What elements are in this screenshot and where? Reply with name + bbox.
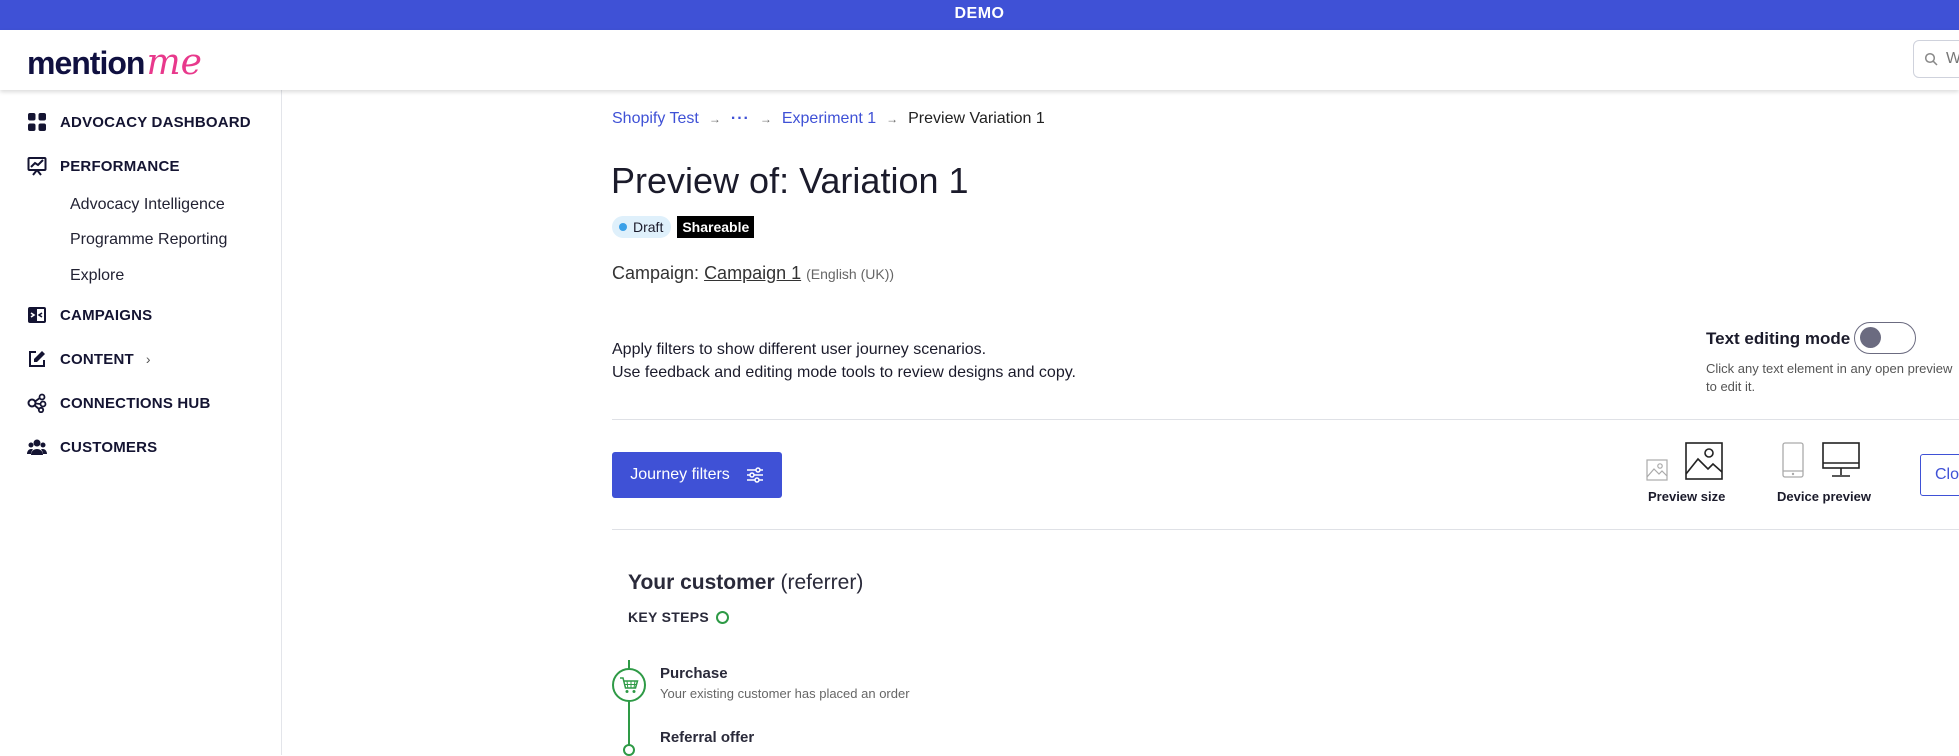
journey-title-role: (referrer) <box>780 571 864 594</box>
journey-title-bold: Your customer <box>628 571 775 594</box>
breadcrumb-link-shopify-test[interactable]: Shopify Test <box>612 110 699 128</box>
breadcrumb-arrow-icon: → <box>759 112 772 126</box>
device-preview-label: Device preview <box>1777 489 1871 504</box>
mobile-device-icon[interactable] <box>1782 442 1804 478</box>
desktop-device-icon[interactable] <box>1822 442 1860 478</box>
breadcrumb-current: Preview Variation 1 <box>908 110 1045 127</box>
performance-chart-icon <box>27 157 47 176</box>
text-editing-label: Text editing mode <box>1706 329 1851 348</box>
sidebar-subitem-explore[interactable]: Explore <box>70 267 124 285</box>
key-steps-heading: KEY STEPS <box>628 609 730 625</box>
connections-icon <box>27 393 47 413</box>
description-line: Apply filters to show different user jou… <box>612 341 987 358</box>
divider <box>612 419 1959 420</box>
shopping-cart-icon <box>620 677 639 693</box>
journey-filters-label: Journey filters <box>630 466 730 483</box>
sidebar-item-content[interactable]: CONTENT › <box>27 349 151 369</box>
edit-icon <box>29 351 45 367</box>
close-button[interactable]: Clos <box>1920 454 1959 496</box>
journey-filters-button[interactable]: Journey filters <box>612 452 782 498</box>
sidebar-subitem-programme-reporting[interactable]: Programme Reporting <box>70 231 227 249</box>
sidebar-item-campaigns[interactable]: CAMPAIGNS <box>27 305 152 325</box>
shareable-badge: Shareable <box>677 216 755 238</box>
divider <box>612 529 1959 530</box>
mention-me-logo[interactable]: mention me <box>27 39 202 83</box>
logo-text-mention: mention <box>27 45 145 81</box>
step-description: Your existing customer has placed an ord… <box>660 686 910 701</box>
sidebar-item-advocacy-dashboard[interactable]: ADVOCACY DASHBOARD <box>27 112 251 132</box>
search-icon <box>1924 52 1938 66</box>
sidebar-item-label: CONTENT <box>60 350 134 368</box>
customers-icon <box>27 439 47 455</box>
page-description: Apply filters to show different user jou… <box>612 338 1076 384</box>
chevron-right-icon: › <box>145 351 151 367</box>
search-input[interactable]: W <box>1913 40 1959 78</box>
top-bar: mention me W <box>0 30 1959 90</box>
sidebar-item-label: CAMPAIGNS <box>60 306 153 324</box>
sidebar-item-connections-hub[interactable]: CONNECTIONS HUB <box>27 393 211 413</box>
key-steps-label: KEY STEPS <box>628 609 710 625</box>
large-image-icon[interactable] <box>1685 442 1723 480</box>
breadcrumb-link-experiment[interactable]: Experiment 1 <box>782 110 876 128</box>
search-placeholder: W <box>1946 50 1959 67</box>
sidebar-item-label: CONNECTIONS HUB <box>60 394 211 412</box>
breadcrumb-more[interactable]: ··· <box>731 110 750 128</box>
status-dot-icon <box>619 223 627 231</box>
step-title: Referral offer <box>660 729 755 746</box>
sidebar-subitem-advocacy-intelligence[interactable]: Advocacy Intelligence <box>70 196 225 214</box>
small-image-icon[interactable] <box>1646 459 1668 481</box>
logo-text-me: me <box>146 42 202 83</box>
sidebar-item-label: PERFORMANCE <box>60 157 180 175</box>
breadcrumb-arrow-icon: → <box>708 112 721 126</box>
page-title: Preview of: Variation 1 <box>611 160 969 201</box>
campaigns-icon <box>28 307 46 323</box>
journey-title: Your customer (referrer) <box>628 571 863 595</box>
campaign-label: Campaign: <box>612 263 700 283</box>
sidebar-item-label: CUSTOMERS <box>60 438 158 456</box>
sidebar-item-label: ADVOCACY DASHBOARD <box>60 113 251 131</box>
draft-badge-label: Draft <box>633 219 664 235</box>
campaign-line: Campaign: Campaign 1 (English (UK)) <box>612 263 894 284</box>
referral-step-dot <box>623 744 635 756</box>
status-badges: Draft Shareable <box>612 216 755 238</box>
purchase-step-icon <box>612 668 646 702</box>
breadcrumb: Shopify Test → ··· → Experiment 1 → Prev… <box>612 110 1045 128</box>
description-line: Use feedback and editing mode tools to r… <box>612 364 1076 381</box>
sidebar: ADVOCACY DASHBOARD PERFORMANCE Advocacy … <box>0 90 282 755</box>
draft-badge: Draft <box>612 216 672 238</box>
text-editing-toggle[interactable] <box>1854 322 1916 354</box>
campaign-link[interactable]: Campaign 1 <box>704 263 801 283</box>
dashboard-grid-icon <box>28 113 46 131</box>
sidebar-item-performance[interactable]: PERFORMANCE <box>27 156 180 176</box>
demo-banner: DEMO <box>0 0 1959 30</box>
toggle-knob <box>1860 327 1881 348</box>
step-title: Purchase <box>660 665 728 682</box>
campaign-language: (English (UK)) <box>806 266 895 282</box>
text-editing-help: Click any text element in any open previ… <box>1706 361 1953 394</box>
sidebar-item-customers[interactable]: CUSTOMERS <box>27 437 157 457</box>
sliders-icon <box>746 467 763 483</box>
preview-size-label: Preview size <box>1648 489 1726 504</box>
breadcrumb-arrow-icon: → <box>886 112 899 126</box>
step-ring-icon <box>716 610 730 624</box>
